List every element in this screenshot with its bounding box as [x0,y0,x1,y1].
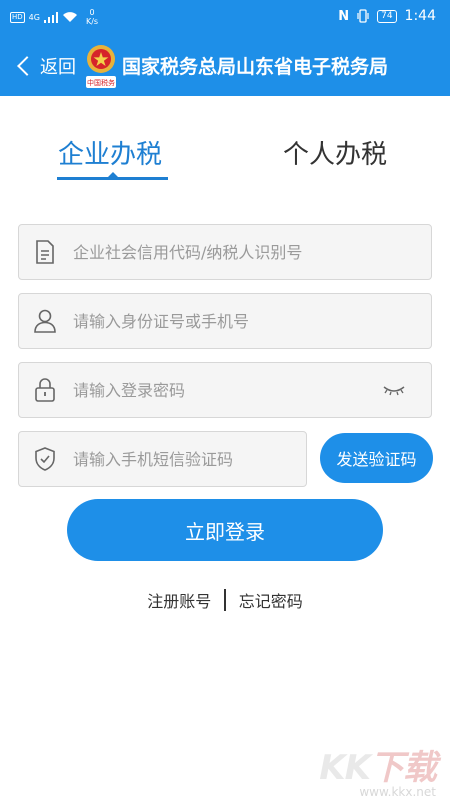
wifi-icon [62,12,77,22]
credit-code-input[interactable] [73,242,431,262]
vibrate-icon [357,9,369,23]
back-label: 返回 [40,57,76,78]
register-link[interactable]: 注册账号 [147,588,211,612]
chevron-left-icon [17,56,37,76]
speed-value: 0 [89,8,95,17]
sms-code-field [18,431,307,487]
active-tab-indicator [57,177,168,180]
active-tab-caret [108,172,118,177]
network-speed: 0 K/s [86,8,98,26]
back-button[interactable]: 返回 [16,50,76,82]
login-button[interactable]: 立即登录 [67,499,383,561]
send-code-button[interactable]: 发送验证码 [320,433,433,483]
clock: 1:44 [404,8,436,24]
lock-icon [35,378,55,402]
status-left: HD 4G 0 K/s [10,8,98,26]
battery-indicator: 74 [377,9,397,23]
page-title: 国家税务总局山东省电子税务局 [122,56,389,78]
account-links: 注册账号 忘记密码 [0,588,450,612]
document-icon [36,240,54,264]
watermark-logo: KK下载 [319,740,437,789]
watermark-k2: K [344,748,371,788]
tab-enterprise[interactable]: 企业办税 [58,134,162,171]
watermark: KK下载 www.kkx.net [319,740,437,799]
app-header: 返回 中国税务 国家税务总局山东省电子税务局 [0,36,450,96]
status-bar: HD 4G 0 K/s N 74 1:44 [0,0,450,36]
eye-closed-icon[interactable] [383,384,405,396]
network-indicator: 4G [28,12,40,22]
id-or-phone-input[interactable] [73,311,431,331]
watermark-download: 下载 [370,748,437,788]
watermark-k1: K [319,748,345,788]
login-tabs: 企业办税 个人办税 [0,130,450,190]
status-right: N 74 1:44 [338,8,436,24]
link-divider [224,589,226,611]
nfc-icon: N [338,8,350,24]
shield-icon [35,447,55,471]
user-icon [34,309,56,333]
password-input[interactable] [73,380,383,400]
credit-code-field [18,224,432,280]
watermark-url: www.kkx.net [359,785,436,799]
forgot-password-link[interactable]: 忘记密码 [239,588,303,612]
signal-icon [43,11,58,23]
hd-badge: HD [10,11,25,23]
id-or-phone-field [18,293,432,349]
sms-code-input[interactable] [73,449,306,469]
password-field [18,362,432,418]
speed-unit: K/s [85,17,99,26]
tax-emblem-logo: 中国税务 [86,45,116,88]
emblem-text: 中国税务 [87,78,115,87]
tab-personal[interactable]: 个人办税 [283,134,387,171]
